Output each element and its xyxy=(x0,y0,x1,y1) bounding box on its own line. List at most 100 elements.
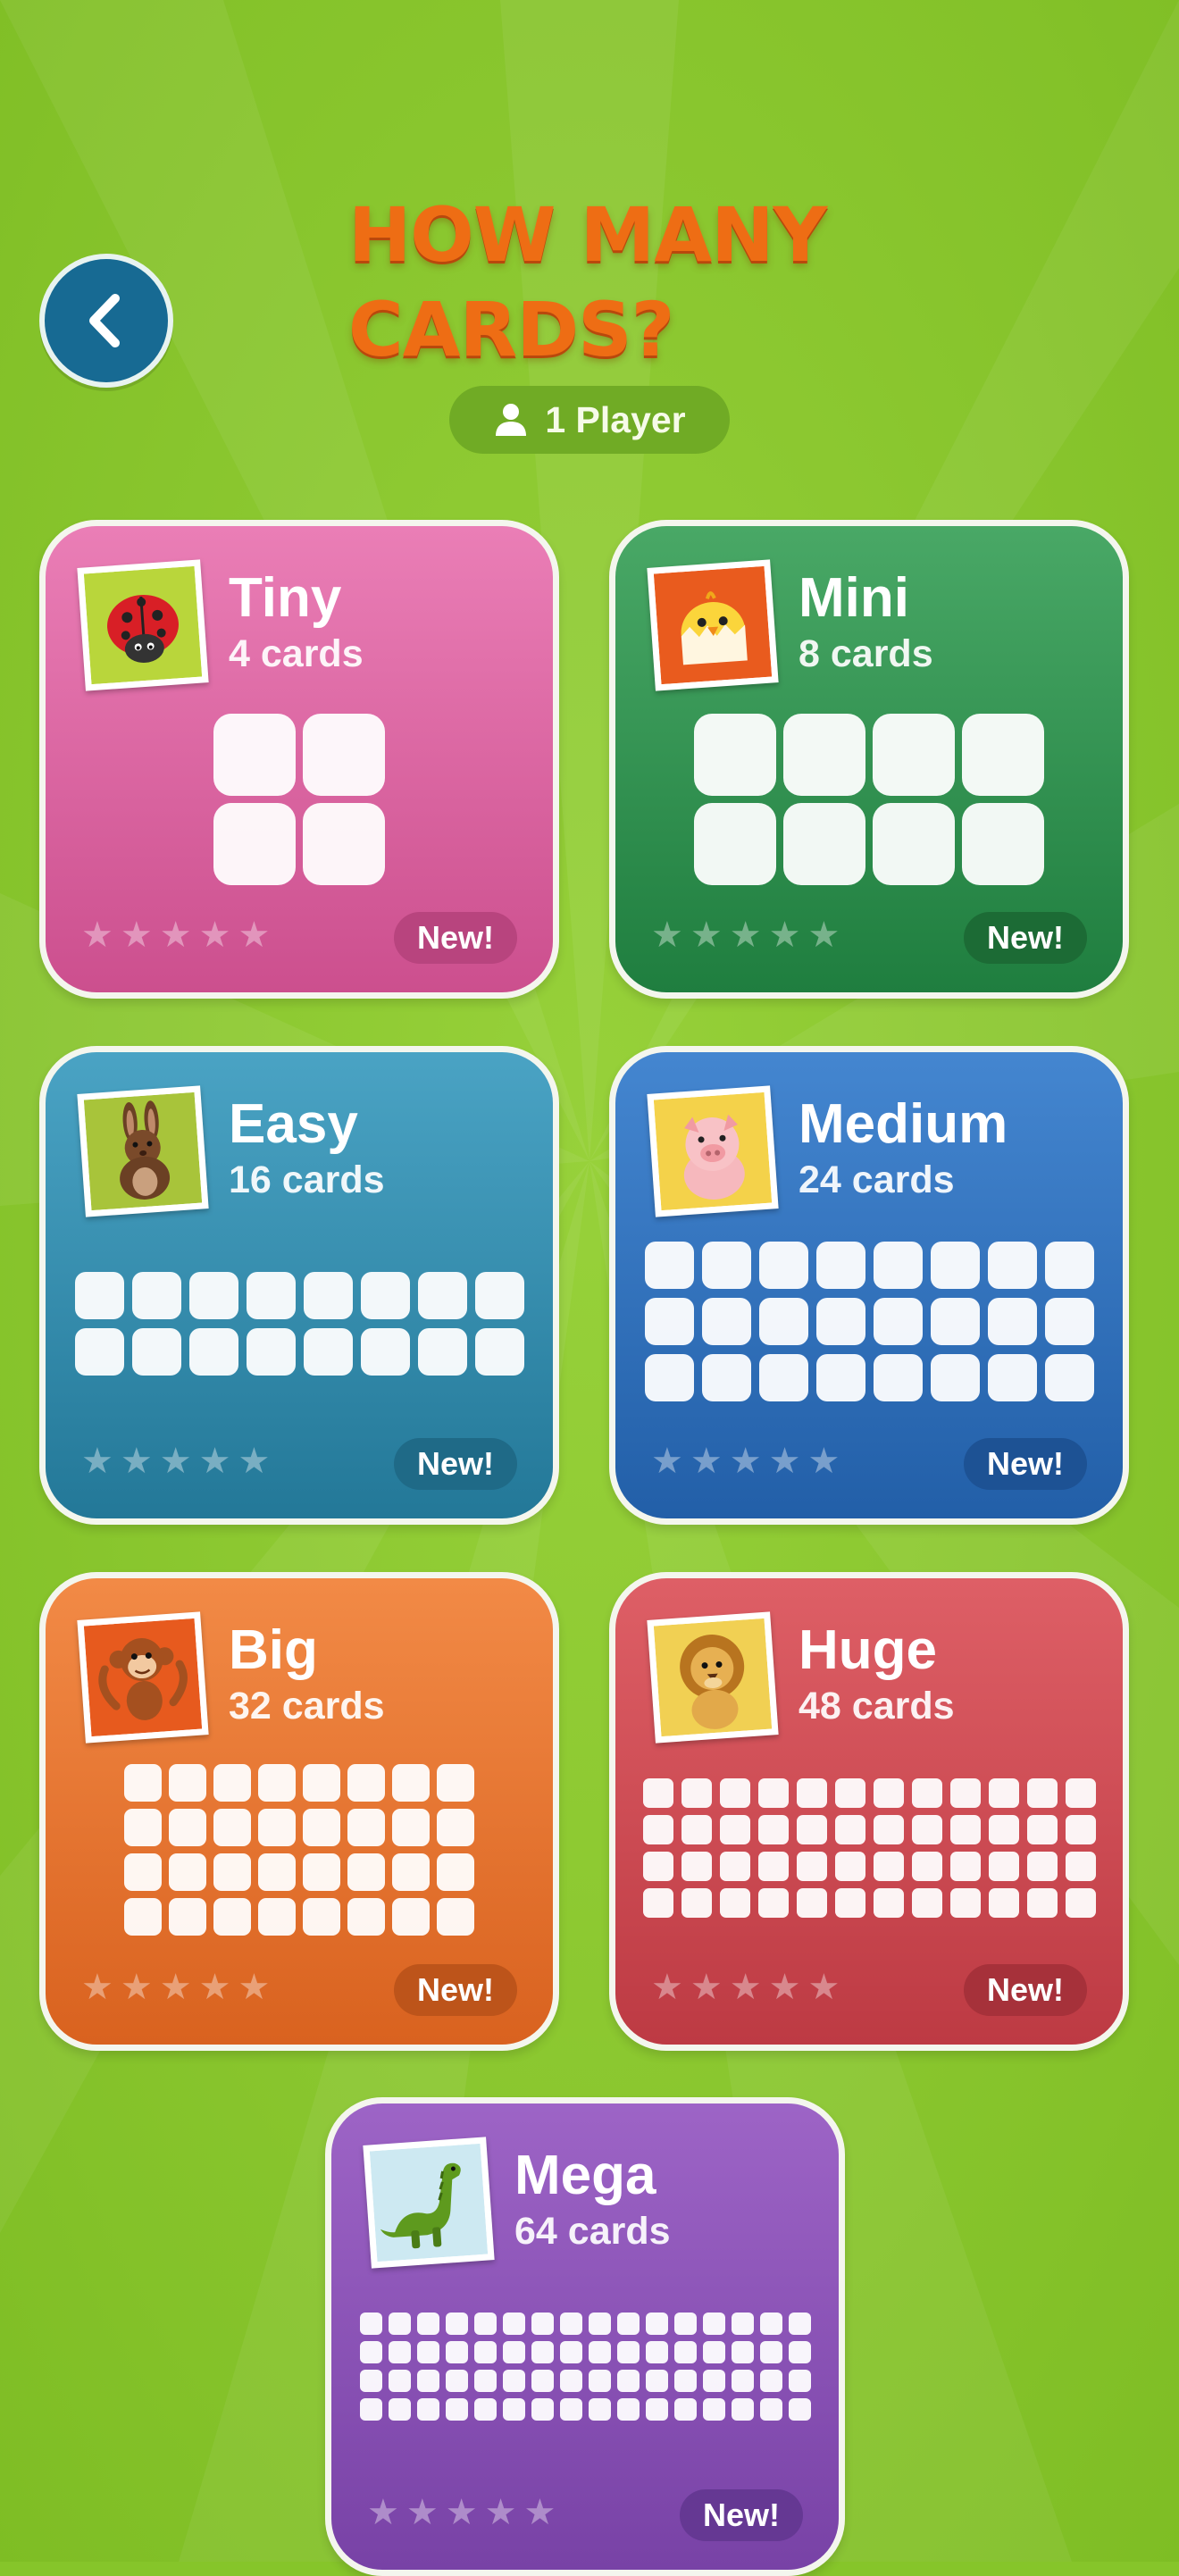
star-rating: ★ ★ ★ ★ ★ xyxy=(367,2495,556,2530)
card-count: 32 cards xyxy=(229,1685,385,1727)
card-slot xyxy=(874,1242,923,1289)
card-slot xyxy=(681,1778,712,1808)
card-slot xyxy=(132,1328,181,1376)
star-icon: ★ xyxy=(729,1442,762,1481)
star-icon: ★ xyxy=(159,1442,192,1481)
card-slot xyxy=(392,1764,430,1802)
card-slot xyxy=(874,1888,904,1918)
card-slot xyxy=(303,803,385,885)
card-slot xyxy=(124,1853,162,1891)
card-slot xyxy=(694,803,776,885)
star-icon: ★ xyxy=(651,916,683,955)
card-slot xyxy=(437,1764,474,1802)
card-slot xyxy=(789,2370,811,2392)
card-slot xyxy=(560,2398,582,2421)
card-slot xyxy=(783,714,865,796)
level-card-mega[interactable]: Mega 64 cards ★ ★ ★ ★ ★ New! xyxy=(325,2097,845,2576)
card-slot xyxy=(759,1298,808,1345)
star-icon: ★ xyxy=(690,1442,723,1481)
card-slot xyxy=(361,1328,410,1376)
level-name: Tiny xyxy=(229,567,342,629)
new-badge: New! xyxy=(393,912,517,964)
card-slot xyxy=(360,2341,382,2363)
card-slot xyxy=(132,1272,181,1319)
card-count: 64 cards xyxy=(514,2210,671,2253)
back-button[interactable] xyxy=(39,254,173,388)
star-icon: ★ xyxy=(768,1442,801,1481)
card-slot xyxy=(835,1852,865,1881)
card-slot xyxy=(437,1853,474,1891)
card-slot xyxy=(950,1815,981,1844)
level-card-big[interactable]: Big 32 cards ★ ★ ★ ★ ★ New! xyxy=(39,1572,559,2051)
level-card-huge[interactable]: Huge 48 cards ★ ★ ★ ★ ★ New! xyxy=(609,1572,1129,2051)
level-name: Huge xyxy=(799,1619,937,1681)
level-card-tiny[interactable]: Tiny 4 cards ★ ★ ★ ★ ★ New! xyxy=(39,520,559,999)
card-slot xyxy=(646,2370,668,2392)
star-icon: ★ xyxy=(238,1968,271,2007)
ladybug-icon xyxy=(77,559,209,691)
card-slot xyxy=(645,1298,694,1345)
card-slot xyxy=(643,1815,673,1844)
card-slot xyxy=(189,1328,238,1376)
card-slot xyxy=(169,1898,206,1936)
card-slot xyxy=(258,1853,296,1891)
card-slot xyxy=(720,1852,750,1881)
level-card-mini[interactable]: Mini 8 cards ★ ★ ★ ★ ★ New! xyxy=(609,520,1129,999)
star-rating: ★ ★ ★ ★ ★ xyxy=(81,1443,270,1479)
star-icon: ★ xyxy=(807,1968,840,2007)
card-slot xyxy=(589,2370,611,2392)
card-slot xyxy=(874,1354,923,1401)
card-slot xyxy=(417,2341,439,2363)
card-slot xyxy=(417,2370,439,2392)
card-slot xyxy=(950,1888,981,1918)
card-slot xyxy=(681,1815,712,1844)
level-card-easy[interactable]: Easy 16 cards ★ ★ ★ ★ ★ New! xyxy=(39,1046,559,1525)
card-slot xyxy=(589,2398,611,2421)
card-slot xyxy=(124,1898,162,1936)
monkey-icon xyxy=(77,1611,209,1744)
card-slot xyxy=(702,1242,751,1289)
card-slot xyxy=(389,2370,411,2392)
page-title: HOW MANY CARDS? xyxy=(348,191,827,373)
card-slot xyxy=(503,2398,525,2421)
new-badge: New! xyxy=(393,1964,517,2016)
star-icon: ★ xyxy=(198,916,231,955)
card-slot xyxy=(1066,1852,1096,1881)
star-icon: ★ xyxy=(768,916,801,955)
card-slot xyxy=(931,1242,980,1289)
card-slot xyxy=(760,2313,782,2335)
card-slot xyxy=(475,1328,524,1376)
card-slot xyxy=(703,2313,725,2335)
card-slot xyxy=(531,2341,554,2363)
card-slot xyxy=(816,1298,865,1345)
star-icon: ★ xyxy=(729,1968,762,2007)
star-rating: ★ ★ ★ ★ ★ xyxy=(651,1970,840,2005)
card-slot xyxy=(617,2313,640,2335)
card-slot xyxy=(783,803,865,885)
card-slot xyxy=(646,2398,668,2421)
card-slot xyxy=(989,1888,1019,1918)
star-icon: ★ xyxy=(651,1968,683,2007)
card-slot xyxy=(189,1272,238,1319)
card-slot xyxy=(989,1815,1019,1844)
card-grid-preview xyxy=(643,1778,1096,1918)
card-slot xyxy=(789,2398,811,2421)
star-icon: ★ xyxy=(367,2493,399,2532)
level-card-medium[interactable]: Medium 24 cards ★ ★ ★ ★ ★ New! xyxy=(609,1046,1129,1525)
card-slot xyxy=(1027,1888,1058,1918)
card-slot xyxy=(124,1809,162,1846)
card-count: 16 cards xyxy=(229,1158,385,1201)
card-slot xyxy=(962,803,1044,885)
card-slot xyxy=(989,1778,1019,1808)
card-slot xyxy=(674,2398,697,2421)
card-slot xyxy=(360,2370,382,2392)
card-slot xyxy=(213,803,296,885)
star-icon: ★ xyxy=(159,916,192,955)
card-slot xyxy=(303,1809,340,1846)
card-slot xyxy=(643,1852,673,1881)
star-icon: ★ xyxy=(484,2493,517,2532)
star-icon: ★ xyxy=(120,1968,153,2007)
card-slot xyxy=(360,2313,382,2335)
card-slot xyxy=(874,1852,904,1881)
card-slot xyxy=(912,1888,942,1918)
